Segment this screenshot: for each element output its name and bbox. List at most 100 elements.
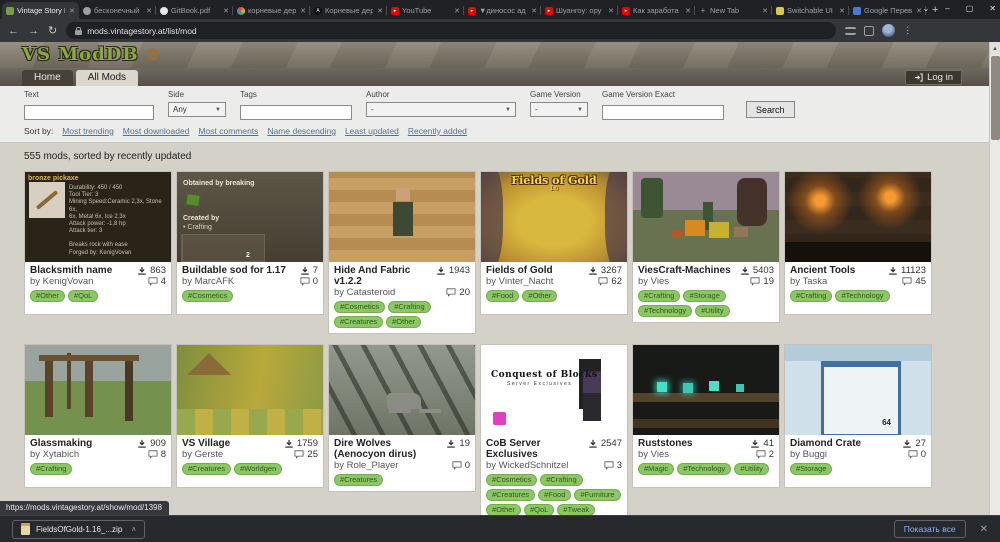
mod-title[interactable]: Fields of Gold bbox=[486, 265, 553, 276]
mod-title[interactable]: Ancient Tools bbox=[790, 265, 855, 276]
page-scrollbar[interactable]: ▲ bbox=[989, 42, 1000, 515]
search-button[interactable]: Search bbox=[746, 101, 795, 118]
tag-badge[interactable]: #Storage bbox=[790, 463, 832, 475]
tab-close-icon[interactable]: ✕ bbox=[299, 7, 306, 15]
tag-badge[interactable]: #Other bbox=[486, 504, 521, 515]
mod-card[interactable]: Ancient Tools 11123 by Taska 45 bbox=[784, 171, 932, 315]
tab-close-icon[interactable]: ✕ bbox=[761, 7, 768, 15]
tag-badge[interactable]: #Crafting bbox=[790, 290, 832, 302]
tag-badge[interactable]: #Storage bbox=[683, 290, 725, 302]
sort-link[interactable]: Most comments bbox=[198, 126, 258, 136]
tag-badge[interactable]: #Utility bbox=[734, 463, 769, 475]
tag-badge[interactable]: #Crafting bbox=[638, 290, 680, 302]
browser-tab[interactable]: New Tab ✕ bbox=[695, 2, 772, 19]
site-nav-tab[interactable]: Home bbox=[22, 70, 73, 86]
browser-tab[interactable]: Как заработа ✕ bbox=[618, 2, 695, 19]
tag-badge[interactable]: #Worldgen bbox=[234, 463, 282, 475]
tab-close-icon[interactable]: ✕ bbox=[607, 7, 614, 15]
maximize-button[interactable]: ▢ bbox=[966, 4, 974, 13]
mod-title[interactable]: Blacksmith name bbox=[30, 265, 112, 276]
browser-tab[interactable]: корневые дер ✕ bbox=[233, 2, 310, 19]
tag-badge[interactable]: #Crafting bbox=[30, 463, 72, 475]
scrollbar-thumb[interactable] bbox=[991, 56, 1000, 140]
download-bar-close-icon[interactable]: ✕ bbox=[980, 524, 988, 535]
mod-card[interactable]: Dire Wolves (Aenocyon dirus) 19 by Role_… bbox=[328, 344, 476, 492]
chevron-up-icon[interactable]: ∧ bbox=[131, 525, 136, 533]
tag-badge[interactable]: #Utility bbox=[695, 305, 730, 317]
download-file-chip[interactable]: FieldsOfGold-1.16_...zip ∧ bbox=[12, 520, 145, 539]
site-logo[interactable]: VS ModDB ⚙ bbox=[22, 44, 161, 65]
tag-badge[interactable]: #Other bbox=[30, 290, 65, 302]
mod-title[interactable]: Diamond Crate bbox=[790, 438, 861, 449]
mod-card[interactable]: Glassmaking 909 by Xytabich 8 bbox=[24, 344, 172, 488]
extension-icon[interactable] bbox=[864, 26, 874, 36]
extension-icon[interactable] bbox=[845, 27, 856, 35]
mod-thumbnail[interactable]: Fields of Gold1.0 bbox=[481, 172, 627, 262]
forward-button[interactable]: → bbox=[28, 25, 39, 37]
site-nav-tab[interactable]: All Mods bbox=[76, 70, 138, 86]
tag-badge[interactable]: #Other bbox=[522, 290, 557, 302]
tab-close-icon[interactable]: ✕ bbox=[68, 7, 75, 15]
tag-badge[interactable]: #Crafting bbox=[540, 474, 582, 486]
back-button[interactable]: ← bbox=[8, 25, 19, 37]
browser-tab[interactable]: Шуангоу: ору ✕ bbox=[541, 2, 618, 19]
mod-thumbnail[interactable] bbox=[633, 345, 779, 435]
mod-card[interactable]: Conquest of BlocksServer Exclusives CoB … bbox=[480, 344, 628, 515]
sort-link[interactable]: Name descending bbox=[267, 126, 336, 136]
tag-badge[interactable]: #Technology bbox=[677, 463, 731, 475]
mod-title[interactable]: ViesCraft-Machines bbox=[638, 265, 731, 276]
mod-card[interactable]: 64 Diamond Crate 27 by Buggi bbox=[784, 344, 932, 488]
tag-badge[interactable]: #Other bbox=[386, 316, 421, 328]
chevron-down-icon[interactable]: ⌄ bbox=[923, 4, 930, 13]
mod-card[interactable]: Hide And Fabric v1.2.2 1943 by Catastero… bbox=[328, 171, 476, 334]
mod-thumbnail[interactable]: Conquest of BlocksServer Exclusives bbox=[481, 345, 627, 435]
mod-title[interactable]: Ruststones bbox=[638, 438, 692, 449]
tag-badge[interactable]: #Creatures bbox=[182, 463, 231, 475]
close-button[interactable]: ✕ bbox=[989, 4, 996, 13]
browser-tab[interactable]: Корневые дер ✕ bbox=[310, 2, 387, 19]
mod-thumbnail[interactable] bbox=[25, 345, 171, 435]
tag-badge[interactable]: #Creatures bbox=[486, 489, 535, 501]
mod-thumbnail[interactable]: 64 bbox=[785, 345, 931, 435]
tab-close-icon[interactable]: ✕ bbox=[376, 7, 383, 15]
sort-link[interactable]: Recently added bbox=[408, 126, 467, 136]
scrollbar-up-arrow-icon[interactable]: ▲ bbox=[990, 42, 1000, 55]
tag-badge[interactable]: #QoL bbox=[524, 504, 554, 515]
browser-tab[interactable]: Switchable UI - ✕ bbox=[772, 2, 849, 19]
tab-close-icon[interactable]: ✕ bbox=[222, 7, 229, 15]
mod-title[interactable]: Glassmaking bbox=[30, 438, 92, 449]
mod-thumbnail[interactable] bbox=[329, 172, 475, 262]
tag-badge[interactable]: #Creatures bbox=[334, 474, 383, 486]
tag-badge[interactable]: #QoL bbox=[68, 290, 98, 302]
filter-select[interactable]: Any▼ bbox=[168, 102, 226, 117]
filter-select[interactable]: -▼ bbox=[366, 102, 516, 117]
mod-thumbnail[interactable] bbox=[177, 345, 323, 435]
mod-thumbnail[interactable]: bronze pickaxeDurability: 450 / 450Tool … bbox=[25, 172, 171, 262]
tab-close-icon[interactable]: ✕ bbox=[838, 7, 845, 15]
tag-badge[interactable]: #Creatures bbox=[334, 316, 383, 328]
tag-badge[interactable]: #Magic bbox=[638, 463, 674, 475]
browser-menu-icon[interactable]: ⋮ bbox=[903, 25, 912, 36]
browser-tab[interactable]: бесконечный р ✕ bbox=[79, 2, 156, 19]
filter-input[interactable] bbox=[602, 105, 724, 120]
login-button[interactable]: Log in bbox=[905, 70, 962, 85]
tag-badge[interactable]: #Technology bbox=[835, 290, 889, 302]
mod-title[interactable]: Dire Wolves (Aenocyon dirus) bbox=[334, 438, 442, 460]
tab-close-icon[interactable]: ✕ bbox=[684, 7, 691, 15]
sort-link[interactable]: Most downloaded bbox=[123, 126, 190, 136]
sort-link[interactable]: Least updated bbox=[345, 126, 399, 136]
mod-title[interactable]: Hide And Fabric v1.2.2 bbox=[334, 265, 432, 287]
tag-badge[interactable]: #Technology bbox=[638, 305, 692, 317]
mod-title[interactable]: Buildable sod for 1.17 bbox=[182, 265, 286, 276]
mod-thumbnail[interactable] bbox=[329, 345, 475, 435]
tag-badge[interactable]: #Food bbox=[538, 489, 571, 501]
url-bar[interactable]: mods.vintagestory.at/list/mod bbox=[66, 22, 836, 39]
tag-badge[interactable]: #Cosmetics bbox=[182, 290, 233, 302]
browser-tab[interactable]: YouTube ✕ bbox=[387, 2, 464, 19]
reload-button[interactable]: ↻ bbox=[48, 24, 57, 37]
filter-input[interactable] bbox=[240, 105, 352, 120]
tag-badge[interactable]: #Cosmetics bbox=[486, 474, 537, 486]
show-all-downloads-button[interactable]: Показать все bbox=[894, 520, 966, 538]
tab-close-icon[interactable]: ✕ bbox=[145, 7, 152, 15]
sort-link[interactable]: Most trending bbox=[62, 126, 114, 136]
